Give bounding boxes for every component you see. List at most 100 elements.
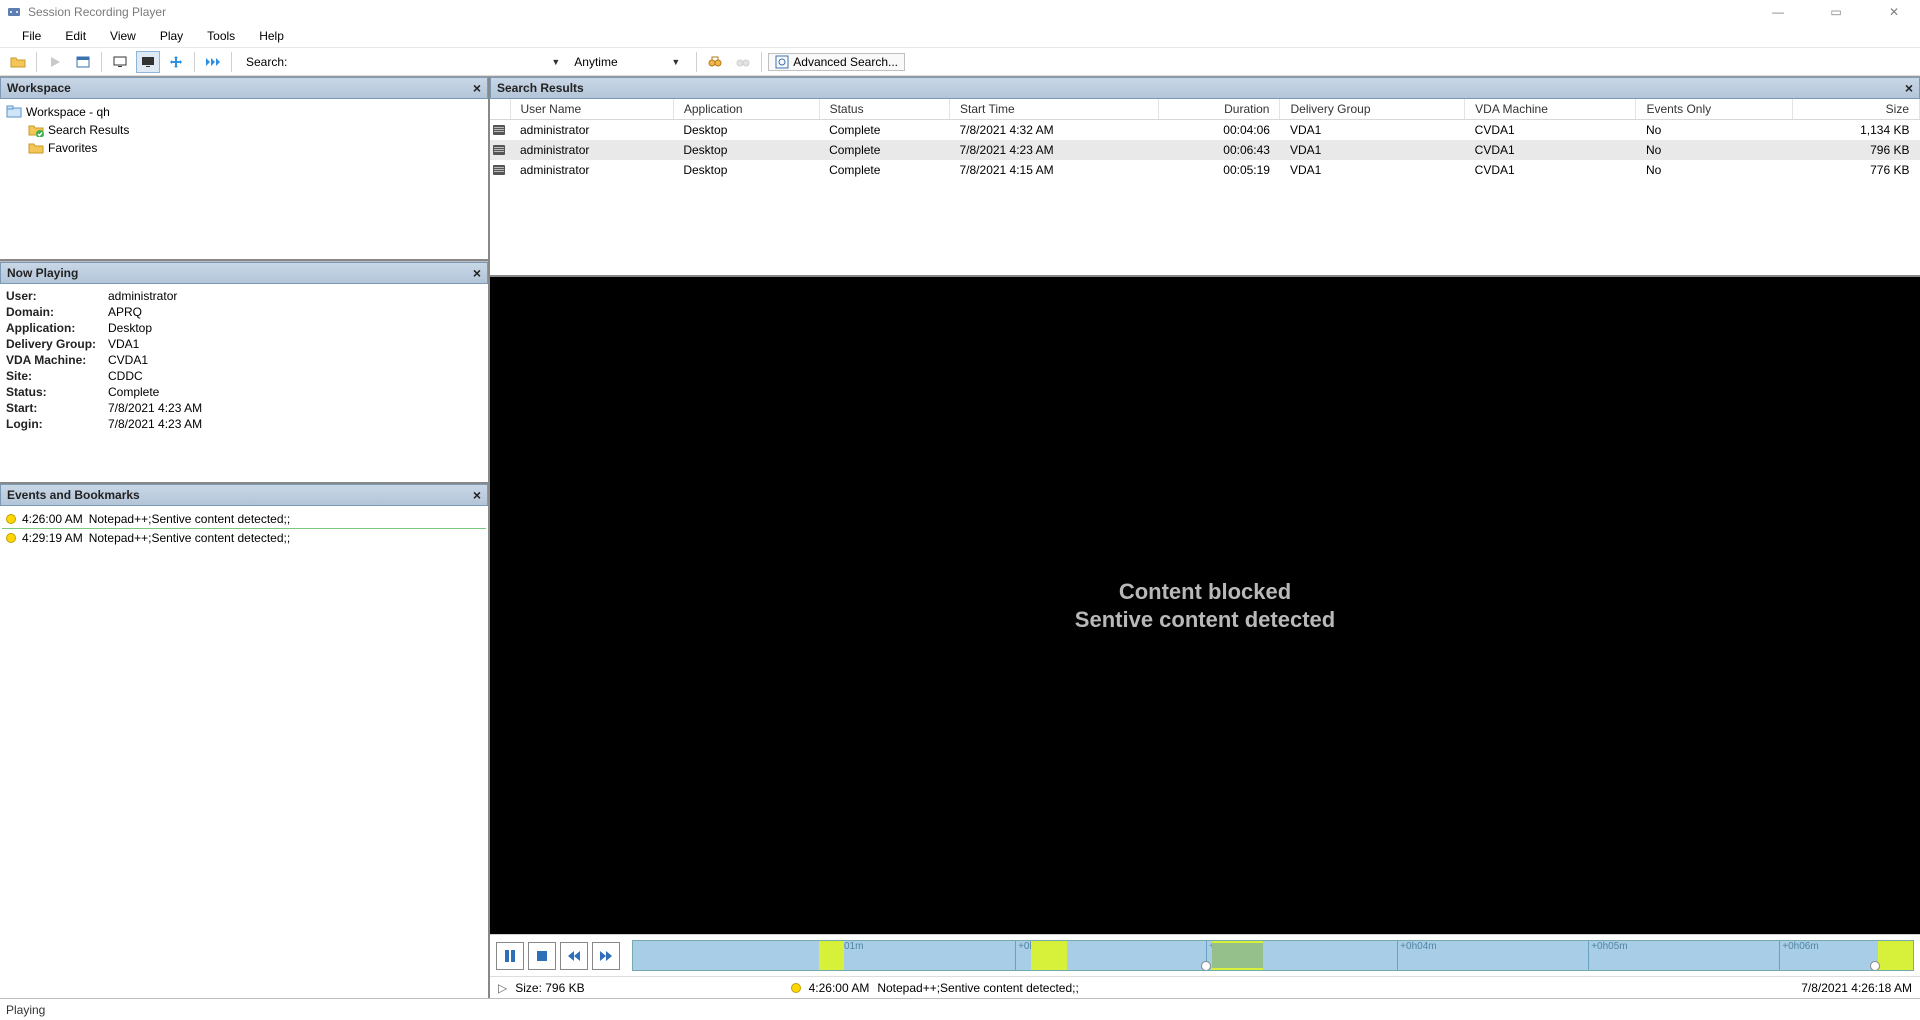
np-value: CVDA1 [108,353,482,367]
menu-play[interactable]: Play [148,26,195,46]
now-playing-title: Now Playing [7,266,473,280]
column-header[interactable]: Status [819,99,949,120]
np-value: 7/8/2021 4:23 AM [108,417,482,431]
monitor2-button[interactable] [136,51,160,73]
tree-root-label: Workspace - qh [26,105,110,119]
playback-clock: 7/8/2021 4:26:18 AM [1801,981,1912,995]
separator [101,52,102,72]
table-row[interactable]: administratorDesktopComplete7/8/2021 4:2… [490,140,1920,160]
np-label: User: [6,289,108,303]
column-header[interactable]: User Name [510,99,673,120]
rewind-button[interactable] [560,942,588,970]
close-icon[interactable]: × [473,487,481,503]
search-dropdown-arrow[interactable]: ▼ [551,57,560,67]
separator [696,52,697,72]
now-playing-header: Now Playing × [0,262,488,284]
timeline-tick-label: +0h05m [1591,941,1627,952]
separator [761,52,762,72]
tree-root[interactable]: Workspace - qh [6,103,482,121]
workspace-tree: Workspace - qh Search Results Favorites [0,99,488,259]
event-row[interactable]: 4:29:19 AMNotepad++;Sentive content dete… [2,529,486,547]
now-playing-row: VDA Machine:CVDA1 [6,352,482,368]
advanced-search-button[interactable]: Advanced Search... [768,53,905,71]
skip-forward-button[interactable] [201,51,225,73]
close-window-button[interactable]: ✕ [1874,5,1914,19]
maximize-button[interactable]: ▭ [1816,5,1856,19]
timeline-event-marker[interactable] [819,941,845,970]
column-header[interactable]: Events Only [1636,99,1793,120]
player-viewport: Content blocked Sentive content detected [490,275,1920,934]
blocked-subtitle: Sentive content detected [1075,607,1335,633]
np-value: VDA1 [108,337,482,351]
np-label: Status: [6,385,108,399]
binoculars-search-icon[interactable] [703,51,727,73]
timeline[interactable]: +0h01m+0h02m+0h03m+0h04m+0h05m+0h06m [632,940,1914,971]
column-header[interactable]: Start Time [950,99,1159,120]
menu-edit[interactable]: Edit [53,26,98,46]
chevron-down-icon: ▼ [671,57,680,67]
table-row[interactable]: administratorDesktopComplete7/8/2021 4:3… [490,120,1920,141]
workspace-panel-header: Workspace × [0,77,488,99]
column-header[interactable]: VDA Machine [1465,99,1636,120]
move-icon[interactable] [164,51,188,73]
monitor1-button[interactable] [108,51,132,73]
stop-button[interactable] [528,942,556,970]
event-row[interactable]: 4:26:00 AMNotepad++;Sentive content dete… [2,510,486,529]
event-text: Notepad++;Sentive content detected;; [89,531,290,545]
close-icon[interactable]: × [473,80,481,96]
search-input[interactable] [295,52,545,72]
play-button[interactable] [43,51,67,73]
title-bar: Session Recording Player ― ▭ ✕ [0,0,1920,24]
now-playing-row: Delivery Group:VDA1 [6,336,482,352]
column-header[interactable]: Application [673,99,819,120]
workspace-title: Workspace [7,81,473,95]
workspace-icon [6,104,22,120]
now-playing-row: Status:Complete [6,384,482,400]
timeline-tick-label: +0h04m [1400,941,1436,952]
binoculars-disabled-icon [731,51,755,73]
recording-icon [490,140,510,160]
column-header[interactable]: Size [1793,99,1920,120]
pause-button[interactable] [496,942,524,970]
timeline-event-marker[interactable] [1878,941,1914,970]
timeline-playhead[interactable] [1870,961,1880,971]
table-row[interactable]: administratorDesktopComplete7/8/2021 4:1… [490,160,1920,180]
close-icon[interactable]: × [1905,80,1913,96]
event-dot-icon [791,983,801,993]
folder-icon [28,140,44,156]
window-title: Session Recording Player [28,5,1758,19]
np-value: Complete [108,385,482,399]
fast-forward-button[interactable] [592,942,620,970]
menu-help[interactable]: Help [247,26,296,46]
np-value: 7/8/2021 4:23 AM [108,401,482,415]
column-header[interactable]: Delivery Group [1280,99,1465,120]
timeline-playhead[interactable] [1201,961,1211,971]
menu-file[interactable]: File [10,26,53,46]
open-folder-button[interactable] [6,51,30,73]
timeline-event-marker[interactable] [1054,941,1067,970]
np-label: Delivery Group: [6,337,108,351]
play-indicator-icon: ▷ [498,981,507,995]
recording-icon [490,120,510,141]
menu-tools[interactable]: Tools [195,26,247,46]
playback-controls: +0h01m+0h02m+0h03m+0h04m+0h05m+0h06m [490,934,1920,976]
now-playing-row: User:administrator [6,288,482,304]
restore-window-button[interactable] [71,51,95,73]
toolbar: Search: ▼ Anytime ▼ Advanced Search... [0,48,1920,76]
menu-view[interactable]: View [98,26,148,46]
status-bar: Playing [0,998,1920,1020]
minimize-button[interactable]: ― [1758,5,1798,19]
app-icon [6,4,22,20]
tree-search-results[interactable]: Search Results [6,121,482,139]
close-icon[interactable]: × [473,265,481,281]
info-event-text: Notepad++;Sentive content detected;; [877,981,1078,995]
blocked-title: Content blocked [1119,579,1291,605]
column-header[interactable]: Duration [1158,99,1280,120]
np-label: Application: [6,321,108,335]
timeline-selection[interactable] [1212,943,1263,968]
advanced-search-label: Advanced Search... [793,55,898,69]
info-event-time: 4:26:00 AM [809,981,870,995]
timeline-event-marker[interactable] [1031,941,1057,970]
tree-favorites[interactable]: Favorites [6,139,482,157]
time-filter-select[interactable]: Anytime ▼ [570,52,690,72]
